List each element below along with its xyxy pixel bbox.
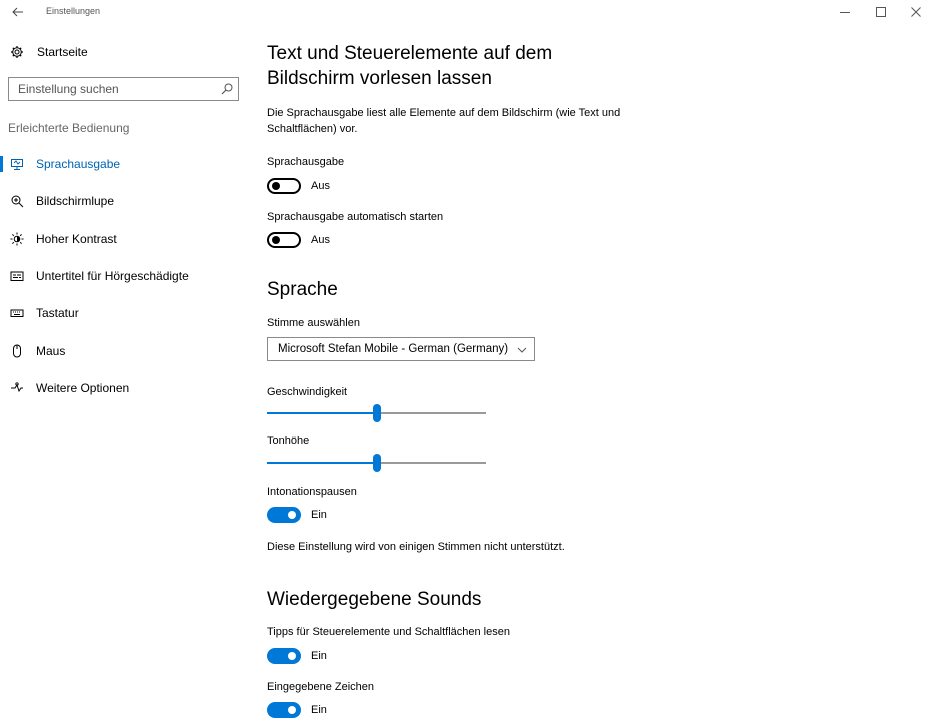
sidebar-item-closed-captions[interactable]: Untertitel für Hörgeschädigte [0,265,240,287]
sidebar-item-label: Untertitel für Hörgeschädigte [36,269,189,283]
narrator-toggle-state: Aus [311,180,330,192]
sidebar-item-label: Bildschirmlupe [36,194,115,208]
minimize-icon [840,12,850,13]
close-button[interactable] [904,2,928,22]
magnifier-icon [11,195,24,208]
sidebar-item-narrator[interactable]: Sprachausgabe [0,153,240,175]
sidebar-item-label: Weitere Optionen [36,381,130,395]
pauses-toggle[interactable] [267,507,301,523]
back-arrow-icon [12,7,23,17]
narrator-label: Sprachausgabe [267,156,345,168]
sidebar-item-label: Tastatur [36,306,79,320]
slider-fill [267,462,377,464]
voice-label: Stimme auswählen [267,317,360,329]
high-contrast-icon [10,232,24,246]
active-indicator [0,156,3,172]
nav-home-label: Startseite [37,45,88,59]
other-options-icon [11,382,23,393]
toggle-knob [288,706,296,714]
closed-captions-icon [10,271,24,281]
pauses-label: Intonationspausen [267,486,357,498]
voice-dropdown-value: Microsoft Stefan Mobile - German (German… [278,343,509,355]
maximize-button[interactable] [869,2,893,22]
search-icon[interactable] [220,82,234,96]
sidebar-item-label: Maus [36,344,66,358]
sidebar-item-high-contrast[interactable]: Hoher Kontrast [0,228,240,250]
maximize-icon [876,7,886,17]
pauses-toggle-state: Ein [311,509,327,521]
window-title: Einstellungen [46,6,101,16]
sidebar-item-mouse[interactable]: Maus [0,340,240,362]
search-input[interactable] [18,81,213,97]
page-description: Die Sprachausgabe liest alle Elemente au… [267,107,621,135]
narrator-icon [11,159,23,170]
autostart-toggle-state: Aus [311,234,330,246]
sidebar-item-label: Sprachausgabe [36,157,121,171]
pauses-note: Diese Einstellung wird von einigen Stimm… [267,541,565,553]
typed-chars-label: Eingegebene Zeichen [267,681,375,693]
hints-label: Tipps für Steuerelemente und Schaltfläch… [267,626,510,638]
hints-toggle-state: Ein [311,650,327,662]
gear-icon [11,46,23,58]
slider-thumb[interactable] [372,404,381,422]
speed-label: Geschwindigkeit [267,386,348,398]
pitch-slider[interactable] [267,453,486,473]
chevron-down-icon [517,347,527,353]
toggle-knob [288,652,296,660]
sidebar-item-keyboard[interactable]: Tastatur [0,302,240,324]
autostart-label: Sprachausgabe automatisch starten [267,211,444,223]
speed-slider[interactable] [267,403,486,423]
slider-thumb[interactable] [372,454,381,472]
keyboard-icon [10,309,24,317]
hints-toggle[interactable] [267,648,301,664]
close-icon [911,7,921,17]
title-bar: Einstellungen [0,0,932,24]
category-label: Erleichterte Bedienung [8,121,130,135]
mouse-icon [13,344,21,358]
narrator-toggle[interactable] [267,178,301,194]
sidebar-item-label: Hoher Kontrast [36,232,117,246]
voice-dropdown[interactable]: Microsoft Stefan Mobile - German (German… [267,337,535,361]
pitch-label: Tonhöhe [267,435,310,447]
sounds-heading: Wiedergegebene Sounds [267,589,482,610]
language-heading: Sprache [267,279,338,300]
back-button[interactable] [8,2,28,22]
typed-chars-toggle[interactable] [267,702,301,718]
sidebar-item-magnifier[interactable]: Bildschirmlupe [0,190,240,212]
toggle-knob [272,182,280,190]
slider-fill [267,412,377,414]
sidebar-item-other-options[interactable]: Weitere Optionen [0,377,240,399]
toggle-knob [288,511,296,519]
search-box[interactable] [8,77,239,101]
page-title: Text und Steuerelemente auf dem Bildschi… [267,43,553,89]
nav-home[interactable]: Startseite [10,43,88,61]
typed-chars-toggle-state: Ein [311,704,327,716]
autostart-toggle[interactable] [267,232,301,248]
toggle-knob [272,236,280,244]
minimize-button[interactable] [833,2,857,22]
